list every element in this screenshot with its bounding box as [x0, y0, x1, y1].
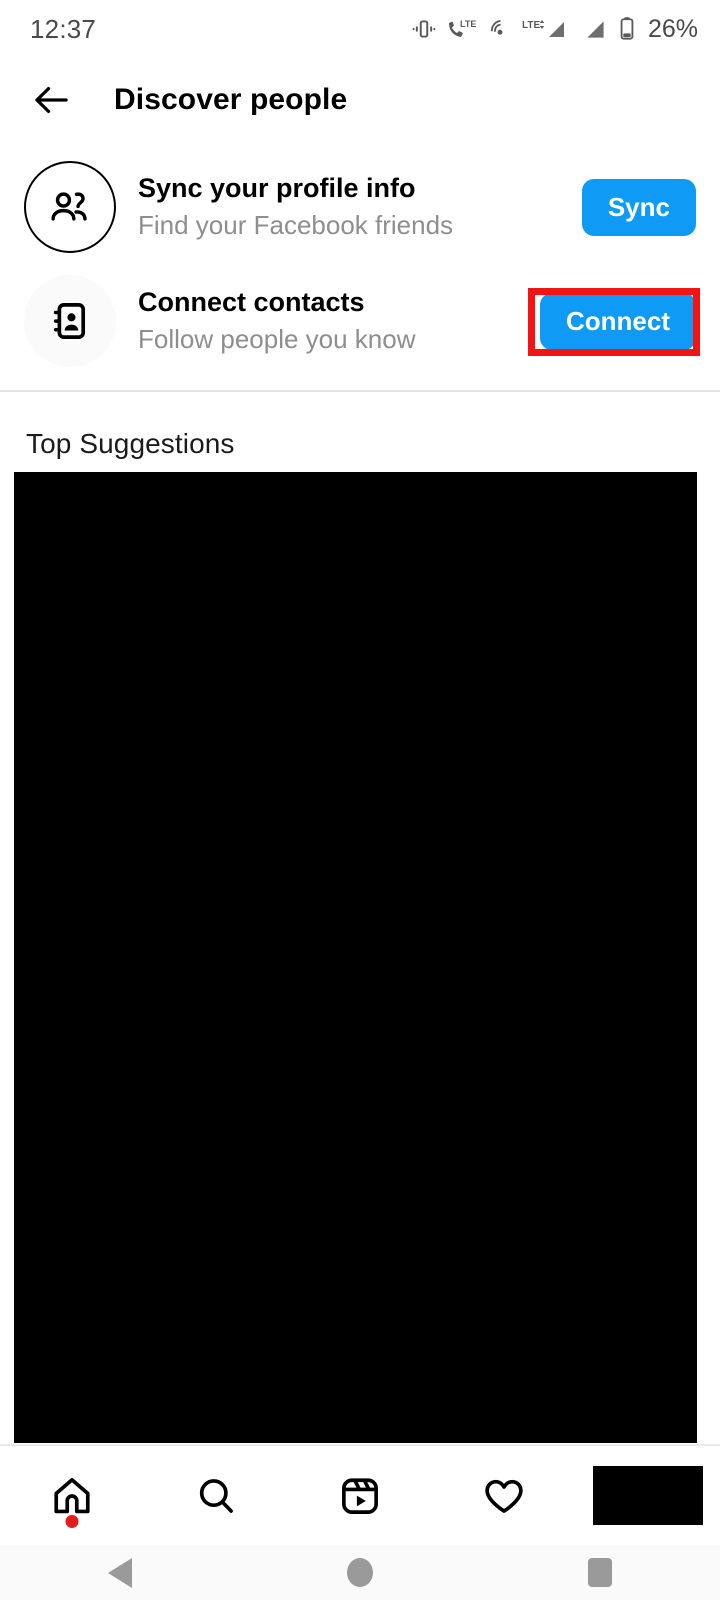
tab-reels[interactable]: [310, 1445, 410, 1546]
row-connect-title: Connect contacts: [138, 287, 365, 318]
tab-search[interactable]: [166, 1445, 266, 1546]
home-badge-dot: [65, 1515, 79, 1528]
tab-activity[interactable]: [454, 1445, 554, 1546]
home-icon: [50, 1474, 94, 1518]
system-back-icon[interactable]: [107, 1557, 132, 1588]
row-connect-contacts[interactable]: Connect contacts Follow people you know …: [0, 264, 720, 378]
search-icon: [194, 1474, 238, 1518]
battery-icon: [618, 16, 636, 42]
avatar-icon: [593, 1466, 703, 1525]
volte-call-icon: LTE: [446, 16, 478, 42]
top-suggestions-title: Top Suggestions: [26, 428, 235, 459]
signal-icon: [583, 16, 609, 42]
hotspot-icon: [487, 16, 513, 42]
svg-text:LTE: LTE: [460, 19, 476, 29]
battery-percent: 26%: [647, 14, 698, 43]
heart-icon: [482, 1474, 526, 1518]
reels-icon: [338, 1474, 382, 1518]
action-rows: Sync your profile info Find your Faceboo…: [0, 150, 720, 378]
status-icons: LTE LTE 26%: [411, 15, 698, 44]
system-recents-icon[interactable]: [588, 1558, 613, 1587]
section-divider: [0, 390, 720, 392]
system-home-icon[interactable]: [346, 1558, 373, 1587]
tab-home[interactable]: [22, 1445, 122, 1546]
row-sync-title: Sync your profile info: [138, 173, 416, 204]
top-suggestions-content[interactable]: [14, 472, 697, 1443]
vibrate-icon: [411, 16, 437, 42]
system-nav-bar: [0, 1545, 720, 1600]
row-connect-subtitle: Follow people you know: [138, 324, 416, 355]
phone-screen: 12:37 LTE LTE 26% Discover people Sync y…: [0, 0, 720, 1600]
status-time: 12:37: [30, 13, 97, 44]
row-connect-text: Connect contacts Follow people you know: [138, 286, 540, 355]
sync-button[interactable]: Sync: [581, 178, 696, 236]
tab-profile[interactable]: [593, 1445, 703, 1546]
page-title: Discover people: [114, 83, 348, 116]
app-bar: Discover people: [0, 58, 720, 142]
connect-button[interactable]: Connect: [540, 292, 696, 350]
bottom-tab-bar: [0, 1444, 720, 1545]
lte-signal-icon: LTE: [522, 16, 574, 42]
status-bar: 12:37 LTE LTE 26%: [0, 0, 720, 58]
people-icon: [24, 161, 116, 253]
back-arrow-icon[interactable]: [26, 74, 78, 126]
row-sync-subtitle: Find your Facebook friends: [138, 210, 454, 241]
contact-book-icon: [24, 275, 116, 367]
row-sync-text: Sync your profile info Find your Faceboo…: [138, 172, 582, 241]
svg-text:LTE: LTE: [522, 20, 540, 31]
row-sync-profile[interactable]: Sync your profile info Find your Faceboo…: [0, 150, 720, 264]
